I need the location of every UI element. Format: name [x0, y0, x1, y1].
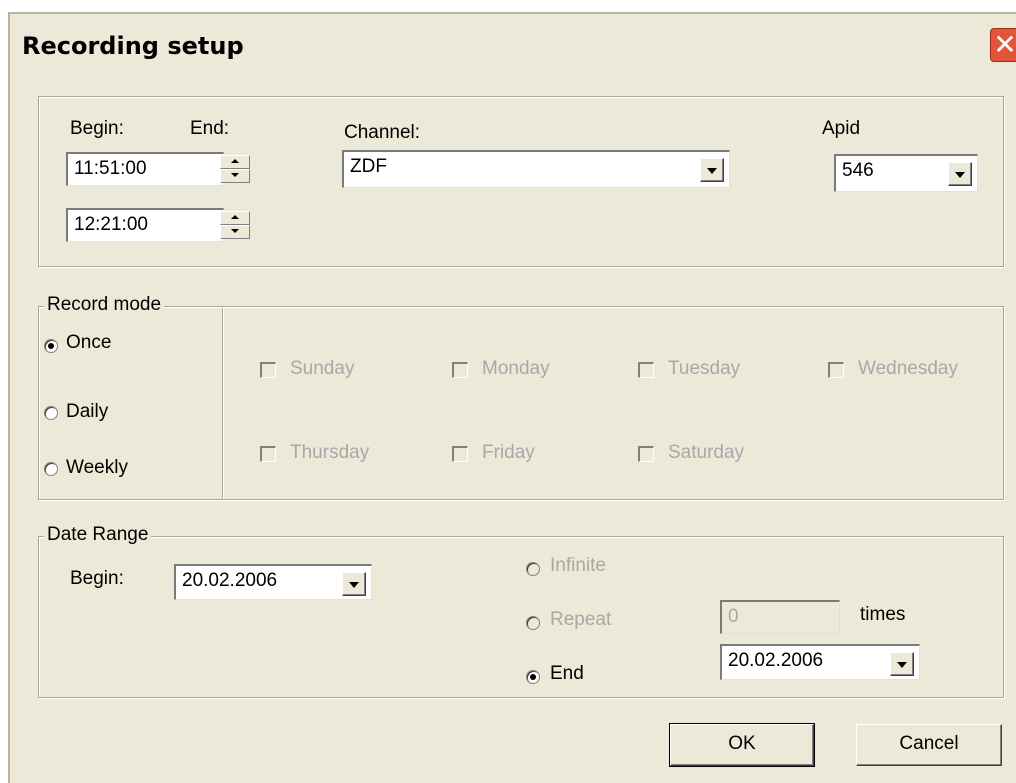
radio-weekly[interactable]: [44, 462, 58, 476]
checkbox-friday-label: Friday: [482, 442, 535, 463]
checkbox-monday-label: Monday: [482, 358, 550, 379]
radio-repeat-label: Repeat: [550, 609, 612, 630]
checkbox-wednesday-label: Wednesday: [858, 358, 958, 379]
record-mode-group: [38, 306, 1004, 500]
end-time-label: End:: [190, 118, 230, 139]
spin-down-icon[interactable]: [220, 225, 250, 239]
channel-select[interactable]: ZDF: [342, 150, 730, 188]
title-bar: Recording setup ✕: [10, 14, 1016, 84]
checkbox-monday[interactable]: [452, 362, 468, 378]
radio-daily-label[interactable]: Daily: [66, 401, 108, 423]
checkbox-tuesday[interactable]: [638, 362, 654, 378]
channel-label: Channel:: [344, 122, 421, 143]
radio-infinite[interactable]: [526, 562, 540, 576]
begin-time-field[interactable]: 11:51:00: [66, 152, 224, 186]
recording-setup-dialog: Recording setup ✕ Begin: End: 11:51:00 1…: [8, 12, 1016, 783]
checkbox-thursday[interactable]: [260, 446, 276, 462]
apid-label: Apid: [822, 118, 861, 139]
checkbox-saturday-label: Saturday: [668, 442, 745, 463]
checkbox-thursday-label: Thursday: [290, 442, 370, 463]
radio-once[interactable]: [44, 339, 58, 353]
radio-daily[interactable]: [44, 406, 58, 420]
ok-button[interactable]: OK: [669, 723, 815, 767]
radio-weekly-label[interactable]: Weekly: [66, 457, 128, 479]
checkbox-sunday-label: Sunday: [290, 358, 355, 379]
radio-end[interactable]: [526, 670, 540, 684]
date-range-begin-label: Begin:: [70, 568, 124, 589]
chevron-down-icon[interactable]: [890, 652, 914, 676]
checkbox-sunday[interactable]: [260, 362, 276, 378]
begin-time-spinner[interactable]: [220, 155, 250, 183]
spin-up-icon[interactable]: [220, 211, 250, 225]
end-time-field[interactable]: 12:21:00: [66, 208, 224, 242]
date-range-legend: Date Range: [44, 524, 152, 546]
spin-up-icon[interactable]: [220, 155, 250, 169]
chevron-down-icon[interactable]: [342, 572, 366, 596]
chevron-down-icon[interactable]: [948, 162, 972, 186]
mode-divider: [222, 308, 224, 498]
spin-down-icon[interactable]: [220, 169, 250, 183]
cancel-button[interactable]: Cancel: [856, 724, 1002, 766]
radio-end-label[interactable]: End: [550, 663, 584, 685]
end-time-spinner[interactable]: [220, 211, 250, 239]
repeat-count-field[interactable]: 0: [720, 600, 840, 634]
begin-time-label: Begin:: [70, 118, 124, 139]
radio-repeat[interactable]: [526, 616, 540, 630]
record-mode-legend: Record mode: [44, 294, 165, 316]
close-icon[interactable]: ✕: [990, 28, 1016, 62]
checkbox-friday[interactable]: [452, 446, 468, 462]
chevron-down-icon[interactable]: [700, 158, 724, 182]
checkbox-tuesday-label: Tuesday: [668, 358, 741, 379]
radio-infinite-label: Infinite: [550, 555, 606, 576]
radio-once-label[interactable]: Once: [66, 332, 111, 354]
times-label: times: [860, 604, 906, 625]
checkbox-wednesday[interactable]: [828, 362, 844, 378]
checkbox-saturday[interactable]: [638, 446, 654, 462]
dialog-title: Recording setup: [22, 32, 244, 60]
